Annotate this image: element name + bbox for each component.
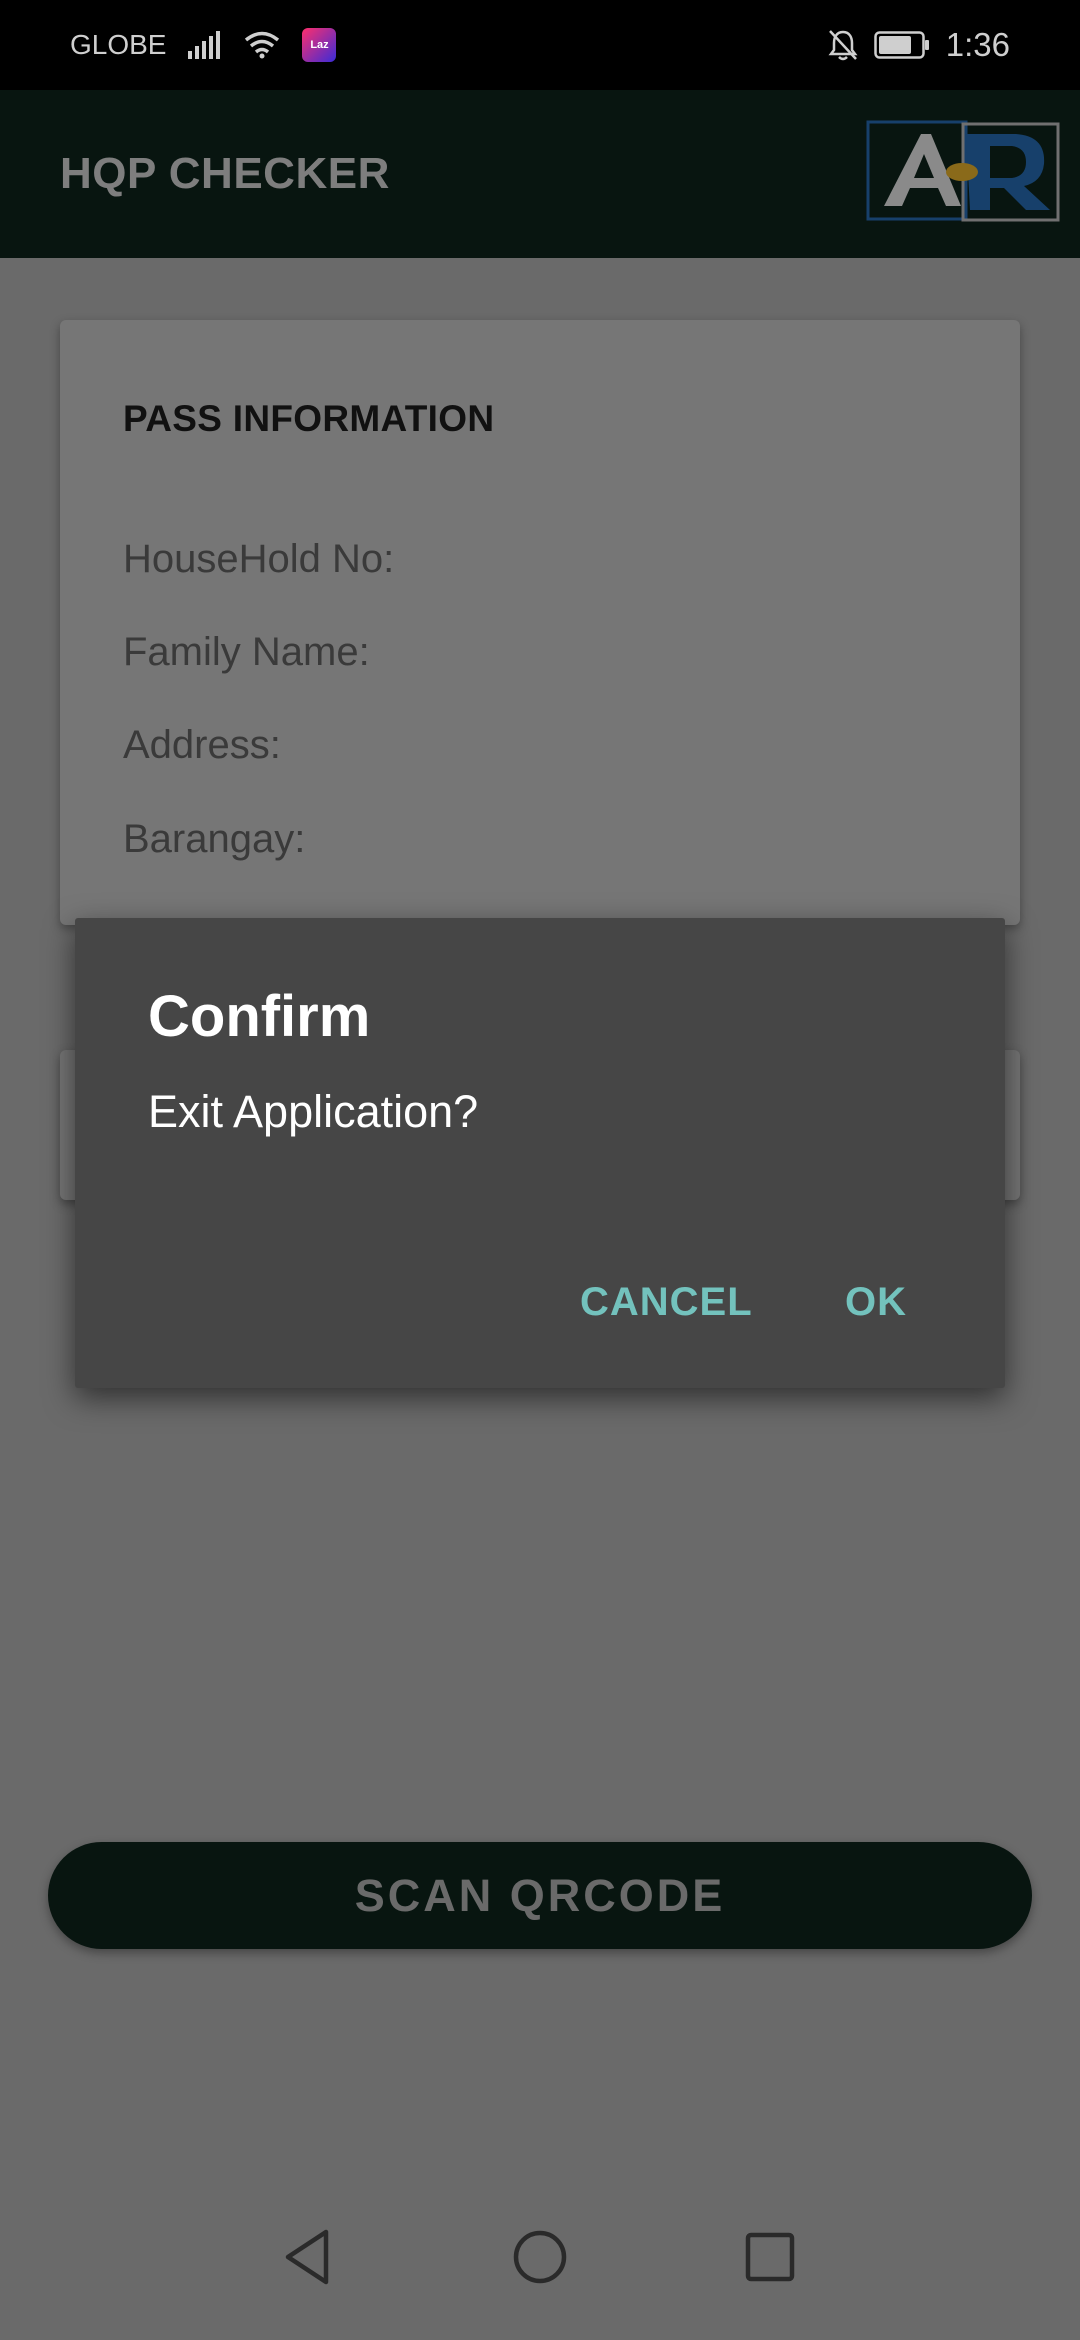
wifi-icon (245, 31, 280, 59)
dialog-message: Exit Application? (148, 1086, 479, 1137)
barangay-label: Barangay: (123, 817, 306, 861)
app-bar: HQP CHECKER (0, 90, 1080, 258)
lazada-label: Laz (310, 39, 329, 51)
dialog-title: Confirm (148, 984, 371, 1049)
family-name-label: Family Name: (123, 630, 370, 674)
notifications-off-icon (828, 30, 858, 61)
clock: 1:36 (945, 26, 1010, 63)
status-left: GLOBE Laz (70, 28, 337, 62)
cancel-button[interactable]: CANCEL (580, 1280, 753, 1325)
app-title: HQP CHECKER (60, 149, 390, 198)
ok-button[interactable]: OK (845, 1280, 907, 1325)
battery-icon (874, 31, 929, 59)
carrier-name: GLOBE (70, 29, 167, 60)
address-label: Address: (123, 723, 281, 767)
signal-icon (188, 31, 221, 59)
status-bar: GLOBE Laz 1:36 (0, 0, 1080, 90)
navigation-bar (0, 2200, 1080, 2340)
household-no-label: HouseHold No: (123, 537, 395, 581)
ar-logo-icon (866, 120, 1060, 222)
card-title: PASS INFORMATION (123, 398, 495, 439)
recents-icon[interactable] (735, 2222, 805, 2292)
home-icon[interactable] (505, 2222, 575, 2292)
scan-qrcode-button[interactable]: SCAN QRCODE (48, 1842, 1032, 1949)
confirm-dialog: Confirm Exit Application? CANCEL OK (75, 918, 1005, 1388)
back-icon[interactable] (274, 2222, 344, 2292)
pass-information-card: PASS INFORMATION HouseHold No: Family Na… (60, 320, 1020, 925)
lazada-app-icon: Laz (302, 28, 337, 62)
status-right: 1:36 (828, 26, 1010, 64)
